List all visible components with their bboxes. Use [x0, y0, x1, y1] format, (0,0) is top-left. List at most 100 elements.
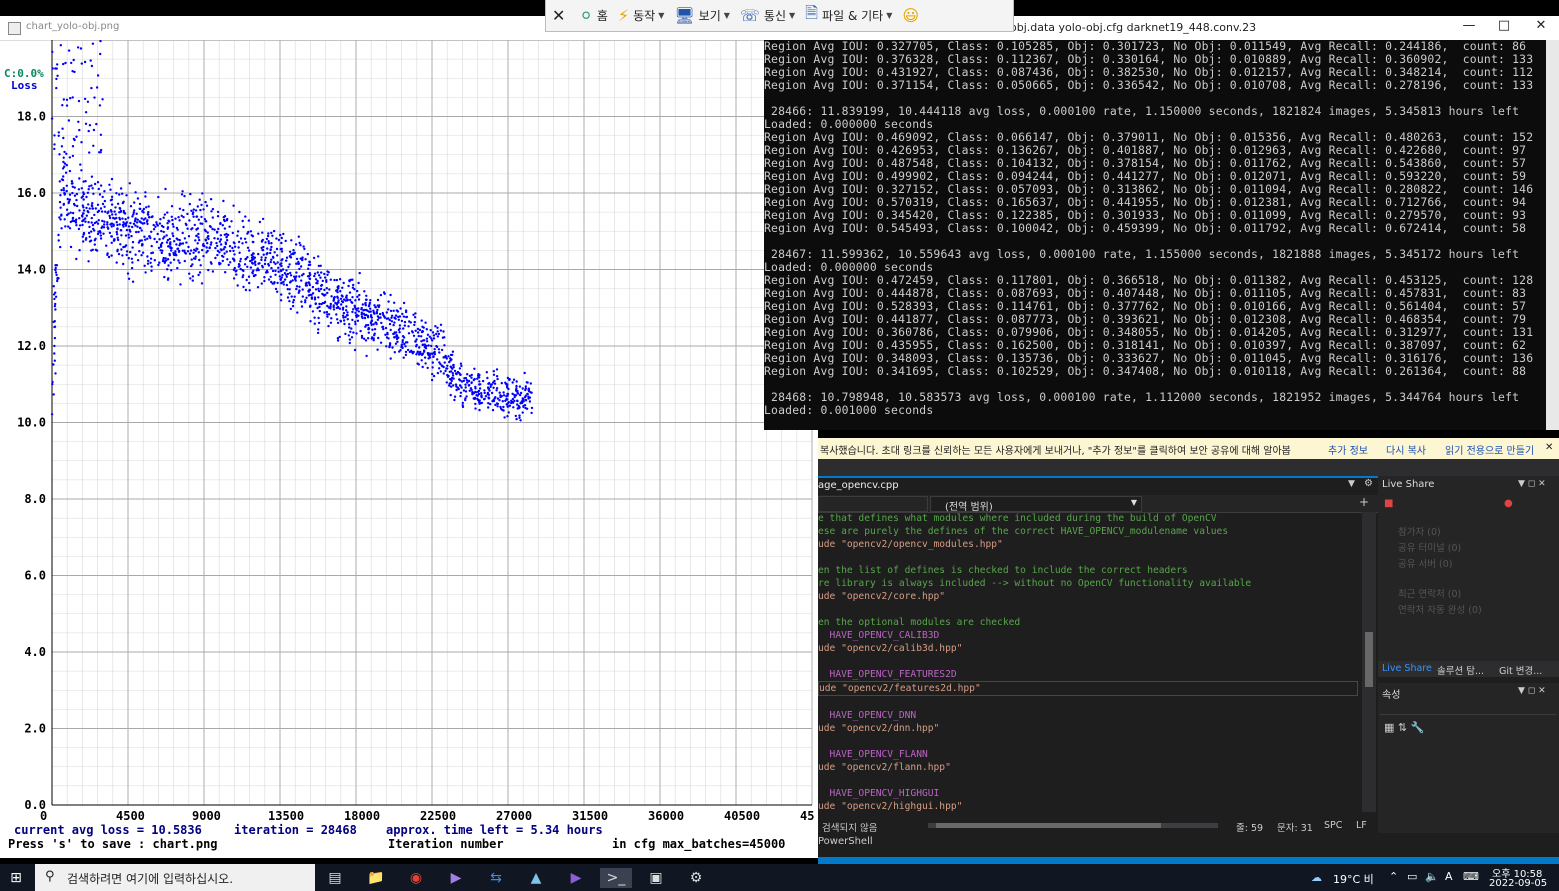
- tab-git-changes[interactable]: Git 변경...: [1499, 663, 1542, 677]
- loss-point: [270, 242, 273, 245]
- loss-point: [385, 345, 388, 348]
- loss-point: [300, 300, 303, 303]
- minimize-button[interactable]: —: [1454, 18, 1484, 33]
- loss-point: [495, 368, 499, 371]
- editor-scrollbar[interactable]: [1362, 512, 1376, 812]
- liveshare-participants[interactable]: 참가자 (0): [1398, 524, 1441, 538]
- loss-point: [502, 405, 505, 409]
- remote-view-menu[interactable]: 🖥 보기 ▼: [674, 6, 730, 25]
- console-output[interactable]: Region Avg IOU: 0.327705, Class: 0.10528…: [764, 40, 1546, 430]
- loss-point: [304, 301, 307, 304]
- file-explorer-icon[interactable]: 📁: [366, 868, 386, 888]
- liveshare-recent-contacts[interactable]: 최근 연락처 (0): [1398, 586, 1461, 600]
- window-app-icon[interactable]: ▣: [646, 868, 666, 888]
- loss-point: [459, 373, 462, 376]
- close-icon[interactable]: ✕: [1545, 442, 1553, 453]
- code-editor[interactable]: e that defines what modules where includ…: [818, 512, 1358, 812]
- line-ending-indicator: LF: [1356, 820, 1367, 831]
- loss-point: [304, 258, 307, 261]
- editor-file-tab[interactable]: age_opencv.cpp: [818, 480, 899, 491]
- ime-indicator[interactable]: A: [1445, 870, 1453, 883]
- keyboard-icon[interactable]: ⌨: [1463, 870, 1479, 883]
- loss-point: [300, 279, 303, 282]
- pin-icon[interactable]: ▼ ◻ ✕: [1518, 686, 1546, 696]
- tray-chevron-icon[interactable]: ⌃: [1389, 870, 1398, 883]
- loss-point: [372, 323, 375, 326]
- loss-point: [159, 218, 162, 221]
- loss-point: [376, 298, 380, 302]
- loss-point: [459, 394, 462, 398]
- teamviewer-icon[interactable]: ⇆: [486, 868, 506, 888]
- gear-icon[interactable]: ⚙: [1364, 478, 1373, 489]
- loss-point: [506, 386, 509, 389]
- scope-dropdown[interactable]: (전역 범위) ▼: [930, 496, 1142, 513]
- task-view-icon[interactable]: ▤: [325, 868, 345, 888]
- app-icon[interactable]: ▲: [526, 868, 546, 888]
- visual-studio-2-icon[interactable]: ▶: [566, 868, 586, 888]
- properties-object-dropdown[interactable]: [1380, 701, 1556, 715]
- pin-icon[interactable]: ▼ ◻ ✕: [1518, 479, 1546, 489]
- visual-studio-icon[interactable]: ▶: [446, 868, 466, 888]
- make-readonly-link[interactable]: 읽기 전용으로 만들기: [1445, 442, 1534, 457]
- loss-point: [133, 201, 136, 204]
- loss-point: [411, 352, 414, 355]
- categorized-icon[interactable]: ▦ ⇅ 🔧: [1384, 721, 1424, 734]
- loss-point: [158, 222, 162, 225]
- liveshare-servers[interactable]: 공유 서버 (0): [1398, 556, 1452, 570]
- maximize-button[interactable]: □: [1489, 18, 1519, 33]
- loss-point: [362, 309, 365, 312]
- loss-point: [435, 345, 439, 349]
- remote-file-menu[interactable]: 🗎 파일 & 기타 ▼: [805, 2, 892, 29]
- windows-start-icon[interactable]: ⊞: [6, 868, 26, 888]
- loss-point: [285, 275, 288, 278]
- stop-icon[interactable]: ■: [1384, 498, 1393, 509]
- remote-comm-menu[interactable]: ☏ 통신 ▼: [740, 6, 795, 25]
- loss-point: [103, 223, 106, 226]
- loss-point: [470, 381, 473, 384]
- loss-point: [83, 60, 87, 64]
- close-button[interactable]: ✕: [1526, 18, 1556, 33]
- network-icon[interactable]: ▭: [1407, 870, 1417, 883]
- liveshare-auto-contacts[interactable]: 연락처 자동 완성 (0): [1398, 602, 1482, 616]
- loss-point: [452, 384, 455, 387]
- loss-point: [456, 386, 460, 389]
- powershell-tab[interactable]: PowerShell: [818, 836, 873, 847]
- loss-point: [198, 238, 201, 242]
- loss-point: [113, 210, 116, 213]
- loss-point: [431, 372, 434, 376]
- loss-point: [298, 241, 301, 245]
- issues-status[interactable]: 검색되지 않음: [822, 820, 877, 834]
- remote-home-button[interactable]: ⚪ 홈: [579, 6, 607, 25]
- liveshare-terminals[interactable]: 공유 터미널 (0): [1398, 540, 1461, 554]
- loss-point: [317, 328, 320, 331]
- remote-action-menu[interactable]: ⚡ 동작 ▼: [618, 6, 664, 25]
- terminal-icon[interactable]: >_: [600, 868, 632, 888]
- project-dropdown[interactable]: [818, 496, 928, 512]
- chrome-icon[interactable]: ◉: [406, 868, 426, 888]
- loss-point: [56, 279, 59, 283]
- code-line: ude "opencv2/core.hpp": [818, 591, 946, 602]
- copy-again-link[interactable]: 다시 복사: [1386, 442, 1426, 457]
- taskbar-search[interactable]: ⚲ 검색하려면 여기에 입력하십시오.: [35, 864, 315, 891]
- clock-date[interactable]: 2022-09-05: [1489, 878, 1547, 889]
- loss-point: [131, 261, 134, 264]
- more-info-link[interactable]: 추가 정보: [1328, 442, 1368, 457]
- tab-solution-explorer[interactable]: 솔루션 탐...: [1437, 663, 1484, 677]
- tab-dropdown-icon[interactable]: ▼: [1348, 479, 1355, 489]
- loss-point: [204, 200, 207, 204]
- remote-close-button[interactable]: ✕: [552, 6, 569, 25]
- loss-point: [306, 275, 310, 278]
- volume-icon[interactable]: 🔈: [1425, 870, 1439, 883]
- settings-gear-icon[interactable]: ⚙: [686, 868, 706, 888]
- console-scrollbar[interactable]: [1546, 40, 1559, 430]
- horizontal-scrollbar[interactable]: [928, 823, 1218, 828]
- emoji-button[interactable]: 😃: [902, 6, 923, 25]
- tab-liveshare[interactable]: Live Share: [1382, 663, 1432, 674]
- split-icon[interactable]: +: [1359, 495, 1369, 509]
- weather-text[interactable]: 19°C 비: [1333, 871, 1374, 887]
- loss-point: [110, 198, 114, 201]
- weather-icon[interactable]: ☁: [1311, 871, 1322, 884]
- end-session-icon[interactable]: ●: [1504, 498, 1513, 509]
- code-line: HAVE_OPENCV_HIGHGUI: [818, 788, 940, 799]
- scroll-thumb[interactable]: [1365, 632, 1373, 687]
